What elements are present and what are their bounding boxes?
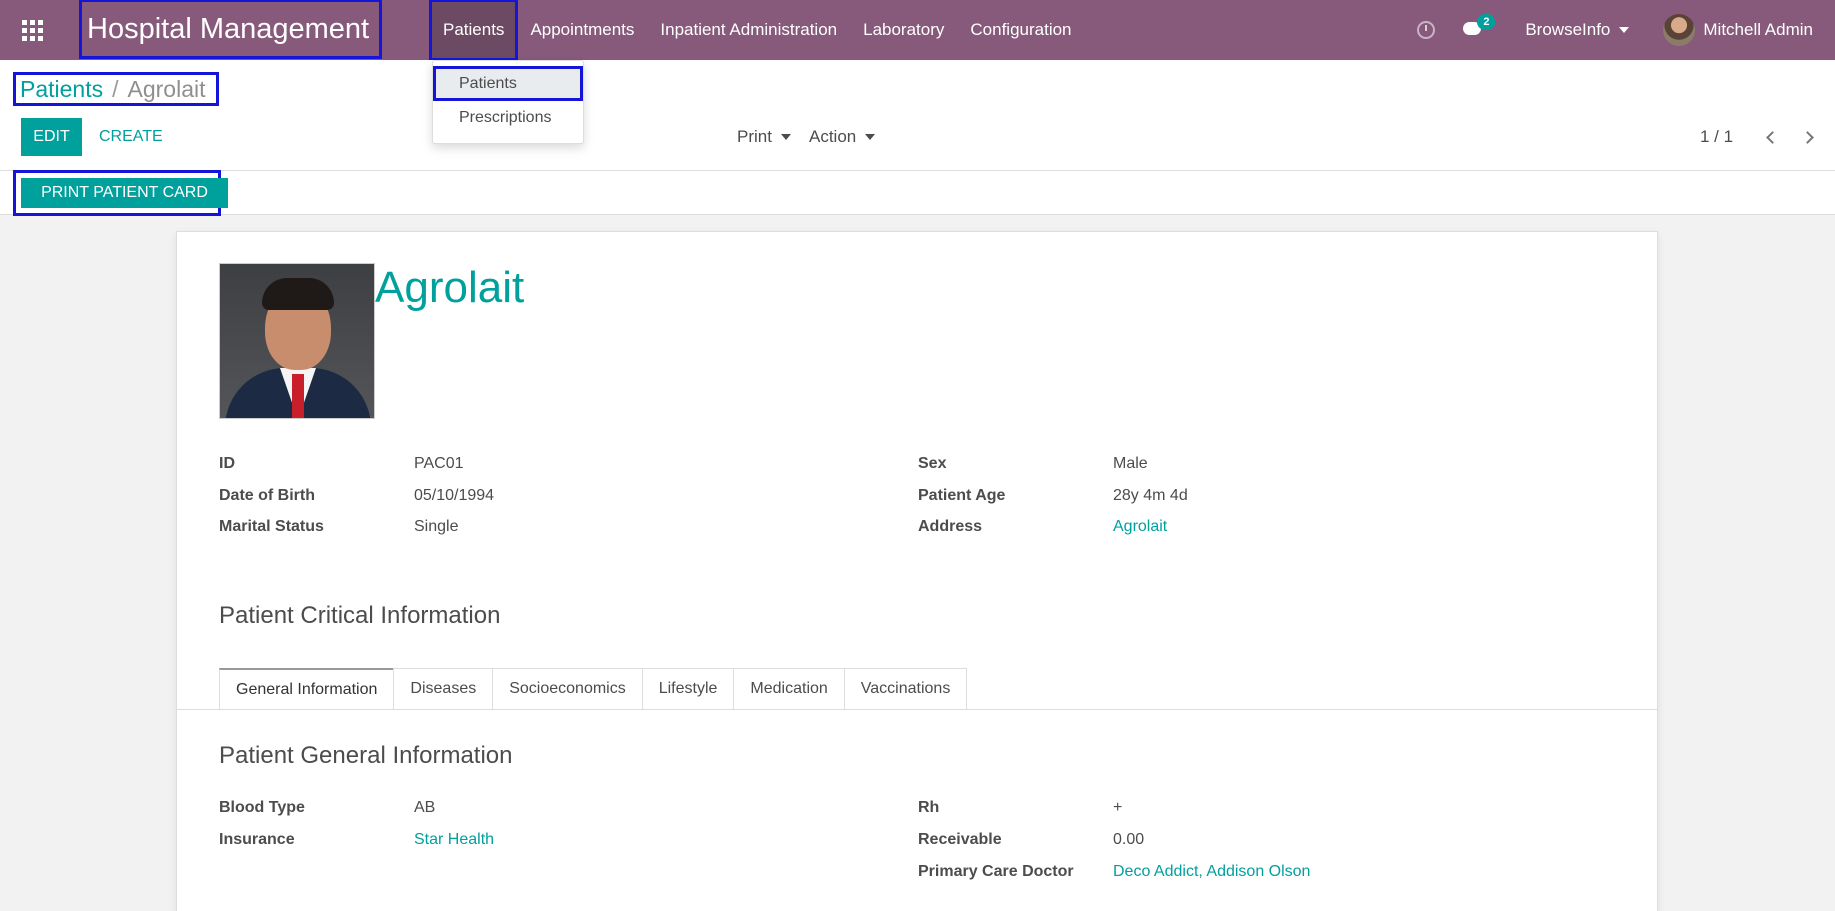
avatar (1663, 14, 1696, 46)
receivable-label: Receivable (918, 831, 1002, 848)
primary-care-doctor-link[interactable]: Deco Addict, Addison Olson (1113, 863, 1310, 881)
print-patient-card-highlight: PRINT PATIENT CARD (13, 170, 228, 216)
caret-down-icon (1619, 27, 1630, 33)
marital-status-value: Single (414, 518, 459, 535)
blood-type-value: AB (414, 799, 436, 816)
navbar-systray: 2 BrowseInfo Mitchell Admin (1417, 0, 1835, 60)
patient-age-label: Patient Age (918, 487, 1006, 504)
dropdown-item-patients[interactable]: Patients (433, 66, 583, 101)
edit-button[interactable]: EDIT (21, 118, 82, 156)
dob-label: Date of Birth (219, 487, 315, 504)
patients-dropdown-menu: Patients Prescriptions (432, 60, 584, 144)
main-menu: Patients Appointments Inpatient Administ… (428, 0, 1085, 61)
action-label: Action (809, 127, 857, 146)
receivable-value: 0.00 (1113, 831, 1145, 848)
apps-grid-icon (21, 19, 43, 41)
menu-item-laboratory[interactable]: Laboratory (850, 0, 957, 60)
company-switcher[interactable]: BrowseInfo (1525, 20, 1630, 40)
general-info-title: Patient General Information (219, 742, 513, 769)
messages-button[interactable]: 2 (1463, 14, 1496, 38)
marital-status-label: Marital Status (219, 518, 324, 535)
breadcrumb-separator: / (112, 75, 119, 102)
caret-down-icon (780, 134, 791, 140)
breadcrumb: Patients / Agrolait (13, 72, 219, 106)
address-link[interactable]: Agrolait (1113, 518, 1167, 536)
menu-item-patients[interactable]: Patients (428, 0, 519, 61)
form-statusbar: PRINT PATIENT CARD (0, 170, 1835, 216)
critical-info-title: Patient Critical Information (219, 602, 501, 629)
chevron-right-icon (1800, 130, 1814, 144)
id-value: PAC01 (414, 455, 464, 472)
blood-type-label: Blood Type (219, 799, 305, 816)
action-dropdown[interactable]: Action (809, 118, 876, 156)
create-button[interactable]: CREATE (99, 118, 163, 156)
menu-item-appointments[interactable]: Appointments (517, 0, 647, 60)
pager-value[interactable]: 1 / 1 (1700, 118, 1733, 156)
pager-previous-button[interactable] (1765, 130, 1779, 144)
activity-clock-icon[interactable] (1417, 21, 1436, 39)
tab-general-information[interactable]: General Information (219, 668, 395, 709)
id-label: ID (219, 455, 235, 472)
breadcrumb-current: Agrolait (127, 75, 206, 102)
print-dropdown[interactable]: Print (737, 118, 791, 156)
form-sheet: Agrolait ID PAC01 Date of Birth 05/10/19… (176, 231, 1658, 911)
top-navbar: Hospital Management Patients Appointment… (0, 0, 1835, 61)
tab-diseases[interactable]: Diseases (393, 668, 494, 709)
insurance-label: Insurance (219, 831, 295, 848)
rh-label: Rh (918, 799, 940, 816)
tab-vaccinations[interactable]: Vaccinations (843, 668, 968, 709)
user-menu[interactable]: Mitchell Admin (1663, 14, 1813, 46)
messages-count-badge: 2 (1477, 14, 1496, 30)
caret-down-icon (865, 134, 876, 140)
sex-label: Sex (918, 455, 947, 472)
patient-photo[interactable] (219, 263, 375, 419)
control-panel: Patients / Agrolait EDIT CREATE Print Ac… (0, 60, 1835, 171)
breadcrumb-patients-link[interactable]: Patients (20, 76, 103, 103)
user-name: Mitchell Admin (1703, 20, 1813, 39)
notebook-tabs: General Information Diseases Socioeconom… (219, 668, 968, 709)
patient-age-value: 28y 4m 4d (1113, 487, 1188, 504)
apps-menu-button[interactable] (0, 0, 64, 60)
dob-value: 05/10/1994 (414, 487, 495, 504)
rh-value: + (1113, 799, 1123, 816)
address-label: Address (918, 518, 983, 535)
print-label: Print (737, 127, 772, 146)
tabs-divider (177, 709, 1657, 710)
dropdown-item-prescriptions[interactable]: Prescriptions (433, 101, 583, 134)
company-name: BrowseInfo (1525, 20, 1611, 39)
tab-socioeconomics[interactable]: Socioeconomics (492, 668, 643, 709)
tab-medication[interactable]: Medication (733, 668, 845, 709)
menu-item-inpatient-administration[interactable]: Inpatient Administration (647, 0, 850, 60)
tab-lifestyle[interactable]: Lifestyle (641, 668, 735, 709)
print-patient-card-button[interactable]: PRINT PATIENT CARD (21, 178, 228, 208)
patient-name: Agrolait (375, 263, 525, 312)
app-brand[interactable]: Hospital Management (79, 0, 382, 59)
sex-value: Male (1113, 455, 1148, 472)
menu-item-configuration[interactable]: Configuration (957, 0, 1084, 60)
chevron-left-icon (1765, 130, 1779, 144)
insurance-link[interactable]: Star Health (414, 831, 494, 849)
pager-next-button[interactable] (1800, 130, 1814, 144)
primary-care-doctor-label: Primary Care Doctor (918, 863, 1074, 880)
